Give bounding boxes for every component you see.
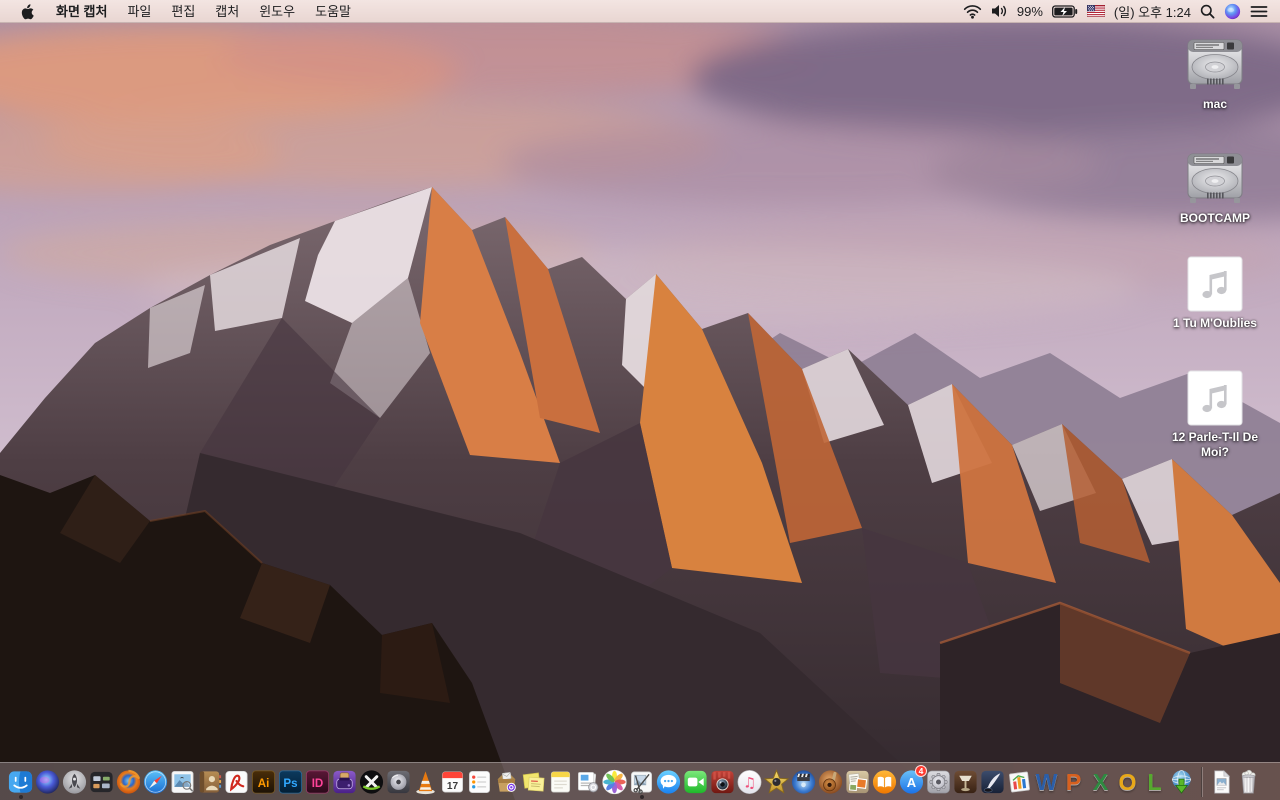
app-menu-title[interactable]: 화면 캡처 (46, 0, 117, 23)
dock-app-store[interactable]: A 4 (898, 764, 927, 800)
dock-facetime[interactable] (682, 764, 709, 800)
input-source-us-flag-icon[interactable] (1086, 0, 1105, 22)
spotlight-search-icon[interactable] (1200, 0, 1215, 22)
dock-calendar[interactable]: 17 (439, 764, 466, 800)
dock: Ai Ps ID 17 ♫ A 4 W P X O L (0, 762, 1280, 800)
dock-collage-app[interactable] (844, 764, 871, 800)
menu-bar-left: 화면 캡처 파일 편집 캡처 윈도우 도움말 (0, 0, 361, 22)
dock-system-preferences[interactable] (925, 764, 952, 800)
menu-edit[interactable]: 편집 (161, 0, 205, 23)
desktop-icon-mac[interactable]: mac (1183, 35, 1247, 112)
dock-document-file[interactable] (1208, 764, 1235, 800)
apple-logo-icon (21, 3, 34, 19)
dock-acrobat-reader[interactable] (223, 764, 250, 800)
dock-itunes[interactable]: ♫ (736, 764, 763, 800)
dock-outlook[interactable]: O (1114, 764, 1141, 800)
dock-indesign[interactable]: ID (304, 764, 331, 800)
running-indicator (639, 794, 644, 799)
hard-drive-icon (1187, 39, 1243, 89)
wifi-icon[interactable] (963, 0, 982, 22)
dock-mission-control[interactable] (88, 764, 115, 800)
dock-grab[interactable] (628, 764, 655, 800)
dock-ms-autoupdate[interactable] (1168, 764, 1195, 800)
running-indicator (18, 794, 23, 799)
dock-siri[interactable] (34, 764, 61, 800)
desktop-area: mac BOOTCAMP 1 Tu M'Oublies 12 Parle-T-I… (0, 23, 1280, 800)
dock-finder[interactable] (7, 764, 34, 800)
menu-bar: 화면 캡처 파일 편집 캡처 윈도우 도움말 99% (일) 오후 1:24 (0, 0, 1280, 23)
audio-file-icon (1187, 256, 1243, 312)
dock-divider (1201, 766, 1202, 797)
svg-text:Ps: Ps (283, 777, 297, 789)
dock-photoshop[interactable]: Ps (277, 764, 304, 800)
dock-stickies[interactable] (520, 764, 547, 800)
dock-documents-badge[interactable] (574, 764, 601, 800)
svg-text:ID: ID (312, 777, 324, 789)
notification-center-icon[interactable] (1250, 0, 1268, 22)
desktop-icon-label: 12 Parle-T-Il De Moi? (1171, 430, 1259, 459)
menu-help[interactable]: 도움말 (305, 0, 361, 23)
dock-photo-booth[interactable] (709, 764, 736, 800)
audio-file-icon (1187, 370, 1243, 426)
dock-illustrator[interactable]: Ai (250, 764, 277, 800)
dock-lync[interactable]: L (1141, 764, 1168, 800)
desktop-wallpaper (0, 23, 1280, 800)
desktop-icon-bootcamp[interactable]: BOOTCAMP (1180, 149, 1250, 226)
menu-capture[interactable]: 캡처 (205, 0, 249, 23)
battery-percent: 99% (1016, 3, 1043, 19)
macos-desktop: 화면 캡처 파일 편집 캡처 윈도우 도움말 99% (일) 오후 1:24 m… (0, 0, 1280, 800)
menu-bar-status: 99% (일) 오후 1:24 (963, 0, 1280, 22)
dock-reminders[interactable] (466, 764, 493, 800)
dock-ibooks[interactable] (871, 764, 898, 800)
svg-text:♫: ♫ (743, 775, 756, 791)
apple-menu[interactable] (14, 0, 46, 22)
dock-garageband[interactable] (817, 764, 844, 800)
dock-firefox[interactable] (115, 764, 142, 800)
svg-text:17: 17 (447, 781, 459, 792)
dock-media-converter[interactable] (358, 764, 385, 800)
desktop-icon-label: BOOTCAMP (1180, 211, 1250, 225)
dock-dvd-app[interactable] (790, 764, 817, 800)
battery-charging-icon[interactable] (1051, 0, 1078, 22)
dock-word[interactable]: W (1033, 764, 1060, 800)
dock-messages[interactable] (655, 764, 682, 800)
menu-window[interactable]: 윈도우 (249, 0, 305, 23)
dock-trash-full[interactable] (1235, 764, 1262, 800)
desktop-icon-label: mac (1202, 97, 1228, 111)
dock-preview[interactable] (169, 764, 196, 800)
dock-disc-utility[interactable] (385, 764, 412, 800)
dock-photos[interactable] (601, 764, 628, 800)
dock-vlc[interactable] (412, 764, 439, 800)
hard-drive-icon (1187, 153, 1243, 203)
menu-bar-clock[interactable]: (일) 오후 1:24 (1114, 2, 1191, 21)
dock-imovie-star[interactable] (763, 764, 790, 800)
dock-office-launcher[interactable] (1006, 764, 1033, 800)
dock-powerpoint[interactable]: P (1060, 764, 1087, 800)
dock-excel[interactable]: X (1087, 764, 1114, 800)
dock-keynote[interactable] (952, 764, 979, 800)
dock-notes[interactable] (547, 764, 574, 800)
svg-text:A: A (907, 774, 917, 789)
volume-icon[interactable] (991, 0, 1008, 22)
dock-launchpad[interactable] (61, 764, 88, 800)
dock-contacts[interactable] (196, 764, 223, 800)
desktop-icon-audio-1[interactable]: 1 Tu M'Oublies (1173, 256, 1257, 331)
svg-text:Ai: Ai (258, 777, 270, 789)
dock-mail-box[interactable] (493, 764, 520, 800)
dock-safari[interactable] (142, 764, 169, 800)
desktop-icon-audio-2[interactable]: 12 Parle-T-Il De Moi? (1161, 370, 1269, 460)
siri-menu-icon[interactable] (1224, 0, 1241, 22)
dock-writing-app[interactable] (979, 764, 1006, 800)
menu-file[interactable]: 파일 (117, 0, 161, 23)
desktop-icon-label: 1 Tu M'Oublies (1173, 316, 1257, 330)
dock-toast[interactable] (331, 764, 358, 800)
desktop-icons: mac BOOTCAMP 1 Tu M'Oublies 12 Parle-T-I… (1160, 35, 1270, 460)
